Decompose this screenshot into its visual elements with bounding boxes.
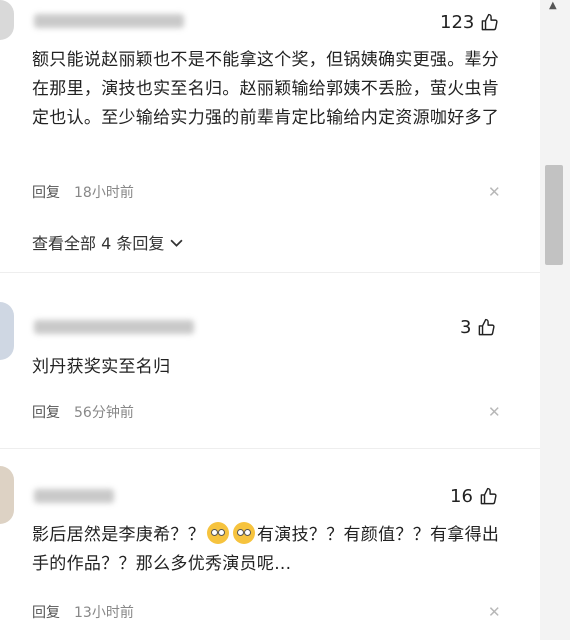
scroll-up-icon[interactable]: ▲ — [549, 0, 557, 11]
close-icon[interactable]: ✕ — [488, 403, 501, 421]
avatar[interactable] — [0, 302, 14, 360]
close-icon[interactable]: ✕ — [488, 183, 501, 201]
reply-button[interactable]: 回复 — [32, 602, 60, 622]
reply-button[interactable]: 回复 — [32, 402, 60, 422]
view-all-replies-link[interactable]: 查看全部 4 条回复 — [32, 230, 183, 254]
avatar[interactable] — [0, 466, 14, 524]
comment-meta: 回复 13小时前 — [32, 602, 134, 622]
close-icon[interactable]: ✕ — [488, 603, 501, 621]
username[interactable] — [34, 14, 184, 28]
like-button[interactable]: 123 — [440, 12, 499, 33]
comment-text: 刘丹获奖实至名归 — [32, 357, 171, 377]
scrollbar-thumb[interactable] — [545, 165, 563, 265]
thumbs-up-icon — [477, 318, 496, 337]
reply-button[interactable]: 回复 — [32, 182, 60, 202]
flushed-face-emoji — [233, 522, 255, 544]
avatar[interactable] — [0, 0, 14, 40]
comment-time: 18小时前 — [74, 185, 134, 201]
thumbs-up-icon — [479, 487, 498, 506]
comment-text: 影后居然是李庚希？？ 有演技？？有颜值？？有拿得出手的作品？？那么多优秀演员呢..… — [32, 521, 502, 579]
divider — [0, 448, 540, 449]
chevron-down-icon — [170, 233, 183, 252]
thumbs-up-icon — [480, 13, 499, 32]
like-count: 123 — [440, 12, 475, 33]
like-count: 16 — [450, 486, 473, 507]
comment-text-part1: 影后居然是李庚希？？ — [32, 525, 205, 545]
flushed-face-emoji — [207, 522, 229, 544]
username[interactable] — [34, 320, 194, 334]
comment-list: 123 额只能说赵丽颖也不是不能拿这个奖，但锅姨确实更强。辈分在那里，演技也实至… — [0, 0, 540, 640]
comment-time: 13小时前 — [74, 605, 134, 621]
comment-text: 额只能说赵丽颖也不是不能拿这个奖，但锅姨确实更强。辈分在那里，演技也实至名归。赵… — [32, 50, 500, 128]
comment-meta: 回复 18小时前 — [32, 182, 134, 202]
scrollbar[interactable]: ▲ — [540, 0, 570, 640]
like-count: 3 — [460, 317, 472, 338]
like-button[interactable]: 16 — [450, 486, 498, 507]
username[interactable] — [34, 489, 114, 503]
comment-time: 56分钟前 — [74, 405, 134, 421]
like-button[interactable]: 3 — [460, 317, 496, 338]
comment-meta: 回复 56分钟前 — [32, 402, 134, 422]
divider — [0, 272, 540, 273]
view-all-replies-label: 查看全部 4 条回复 — [32, 234, 165, 253]
